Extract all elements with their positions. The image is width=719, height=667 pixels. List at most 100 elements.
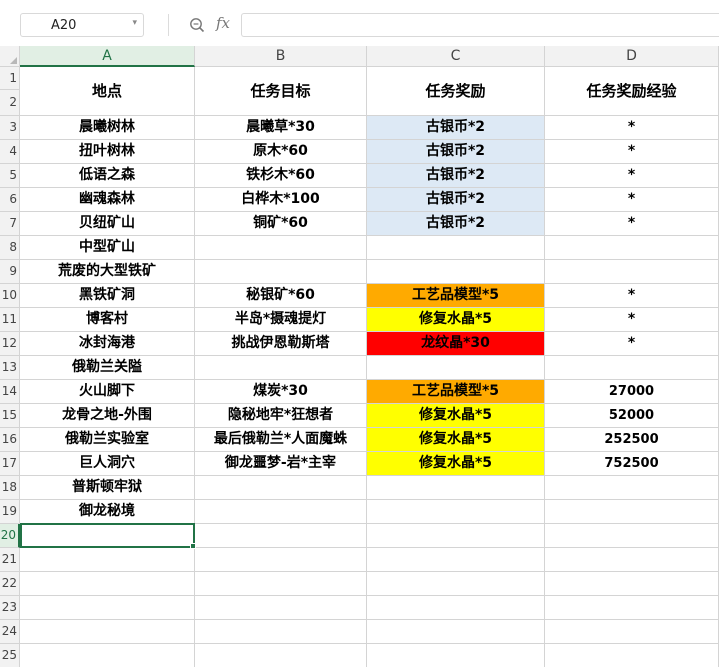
table-cell[interactable]: 修复水晶*5	[367, 404, 545, 428]
row-header-22[interactable]: 22	[0, 572, 20, 596]
row-header-10[interactable]: 10	[0, 284, 20, 308]
select-all-corner[interactable]	[0, 46, 20, 67]
column-header-a[interactable]: A	[20, 46, 195, 67]
table-cell[interactable]: 古银币*2	[367, 212, 545, 236]
empty-cell[interactable]	[545, 596, 719, 620]
empty-cell[interactable]	[367, 620, 545, 644]
table-cell[interactable]: 最后俄勒兰*人面魔蛛	[195, 428, 367, 452]
table-cell[interactable]: *	[545, 308, 719, 332]
table-cell[interactable]: 52000	[545, 404, 719, 428]
table-cell[interactable]: 晨曦草*30	[195, 116, 367, 140]
table-cell[interactable]	[367, 356, 545, 380]
empty-cell[interactable]	[20, 644, 195, 667]
empty-cell[interactable]	[195, 572, 367, 596]
row-header-17[interactable]: 17	[0, 452, 20, 476]
chevron-down-icon[interactable]: ▾	[132, 18, 137, 28]
table-cell[interactable]: 荒废的大型铁矿	[20, 260, 195, 284]
table-cell[interactable]: 古银币*2	[367, 164, 545, 188]
row-header-7[interactable]: 7	[0, 212, 20, 236]
table-cell[interactable]: 煤炭*30	[195, 380, 367, 404]
table-cell[interactable]: 隐秘地牢*狂想者	[195, 404, 367, 428]
row-header-24[interactable]: 24	[0, 620, 20, 644]
table-cell[interactable]: 俄勒兰关隘	[20, 356, 195, 380]
table-cell[interactable]: 巨人洞穴	[20, 452, 195, 476]
empty-cell[interactable]	[367, 524, 545, 548]
table-cell[interactable]	[195, 236, 367, 260]
empty-cell[interactable]	[367, 644, 545, 667]
fill-handle[interactable]	[190, 543, 196, 549]
table-cell[interactable]	[545, 260, 719, 284]
table-cell[interactable]: 龙骨之地-外围	[20, 404, 195, 428]
header-cell-a[interactable]: 地点	[20, 67, 195, 116]
table-cell[interactable]: 御龙秘境	[20, 500, 195, 524]
row-header-5[interactable]: 5	[0, 164, 20, 188]
table-cell[interactable]	[195, 356, 367, 380]
empty-cell[interactable]	[545, 620, 719, 644]
empty-cell[interactable]	[195, 596, 367, 620]
table-cell[interactable]: 博客村	[20, 308, 195, 332]
row-header-19[interactable]: 19	[0, 500, 20, 524]
table-cell[interactable]: *	[545, 164, 719, 188]
table-cell[interactable]	[545, 356, 719, 380]
formula-input[interactable]	[241, 13, 719, 37]
row-header-6[interactable]: 6	[0, 188, 20, 212]
table-cell[interactable]: 752500	[545, 452, 719, 476]
table-cell[interactable]	[545, 476, 719, 500]
table-cell[interactable]: 古银币*2	[367, 188, 545, 212]
empty-cell[interactable]	[545, 572, 719, 596]
table-cell[interactable]: 幽魂森林	[20, 188, 195, 212]
table-cell[interactable]: 火山脚下	[20, 380, 195, 404]
table-cell[interactable]: *	[545, 332, 719, 356]
table-cell[interactable]: 御龙噩梦-岩*主宰	[195, 452, 367, 476]
row-header-12[interactable]: 12	[0, 332, 20, 356]
table-cell[interactable]	[367, 500, 545, 524]
table-cell[interactable]: 白桦木*100	[195, 188, 367, 212]
row-header-23[interactable]: 23	[0, 596, 20, 620]
zoom-icon[interactable]	[189, 17, 205, 33]
header-cell-b[interactable]: 任务目标	[195, 67, 367, 116]
row-header-18[interactable]: 18	[0, 476, 20, 500]
table-cell[interactable]: 修复水晶*5	[367, 452, 545, 476]
row-header-20[interactable]: 20	[0, 524, 20, 548]
table-cell[interactable]	[195, 476, 367, 500]
empty-cell[interactable]	[195, 548, 367, 572]
empty-cell[interactable]	[20, 572, 195, 596]
table-cell[interactable]	[367, 260, 545, 284]
table-cell[interactable]: 27000	[545, 380, 719, 404]
name-box[interactable]: A20 ▾	[20, 13, 144, 37]
table-cell[interactable]: 铁杉木*60	[195, 164, 367, 188]
table-cell[interactable]: 贝纽矿山	[20, 212, 195, 236]
row-header-9[interactable]: 9	[0, 260, 20, 284]
column-header-b[interactable]: B	[195, 46, 367, 67]
table-cell[interactable]: 修复水晶*5	[367, 428, 545, 452]
table-cell[interactable]: 修复水晶*5	[367, 308, 545, 332]
empty-cell[interactable]	[195, 524, 367, 548]
table-cell[interactable]: *	[545, 212, 719, 236]
table-cell[interactable]	[195, 260, 367, 284]
empty-cell[interactable]	[367, 572, 545, 596]
table-cell[interactable]: 工艺品模型*5	[367, 380, 545, 404]
table-cell[interactable]: 原木*60	[195, 140, 367, 164]
row-header-13[interactable]: 13	[0, 356, 20, 380]
table-cell[interactable]: 挑战伊恩勒斯塔	[195, 332, 367, 356]
empty-cell[interactable]	[545, 644, 719, 667]
table-cell[interactable]: *	[545, 140, 719, 164]
empty-cell[interactable]	[367, 596, 545, 620]
row-header-4[interactable]: 4	[0, 140, 20, 164]
table-cell[interactable]: 古银币*2	[367, 140, 545, 164]
table-cell[interactable]: 252500	[545, 428, 719, 452]
column-header-c[interactable]: C	[367, 46, 545, 67]
empty-cell[interactable]	[367, 548, 545, 572]
row-header-15[interactable]: 15	[0, 404, 20, 428]
empty-cell[interactable]	[20, 524, 195, 548]
table-cell[interactable]	[545, 236, 719, 260]
row-header-25[interactable]: 25	[0, 644, 20, 667]
header-cell-c[interactable]: 任务奖励	[367, 67, 545, 116]
empty-cell[interactable]	[20, 620, 195, 644]
table-cell[interactable]: 半岛*摄魂提灯	[195, 308, 367, 332]
table-cell[interactable]	[367, 476, 545, 500]
table-cell[interactable]: 普斯顿牢狱	[20, 476, 195, 500]
row-header-8[interactable]: 8	[0, 236, 20, 260]
row-header-11[interactable]: 11	[0, 308, 20, 332]
table-cell[interactable]	[545, 500, 719, 524]
